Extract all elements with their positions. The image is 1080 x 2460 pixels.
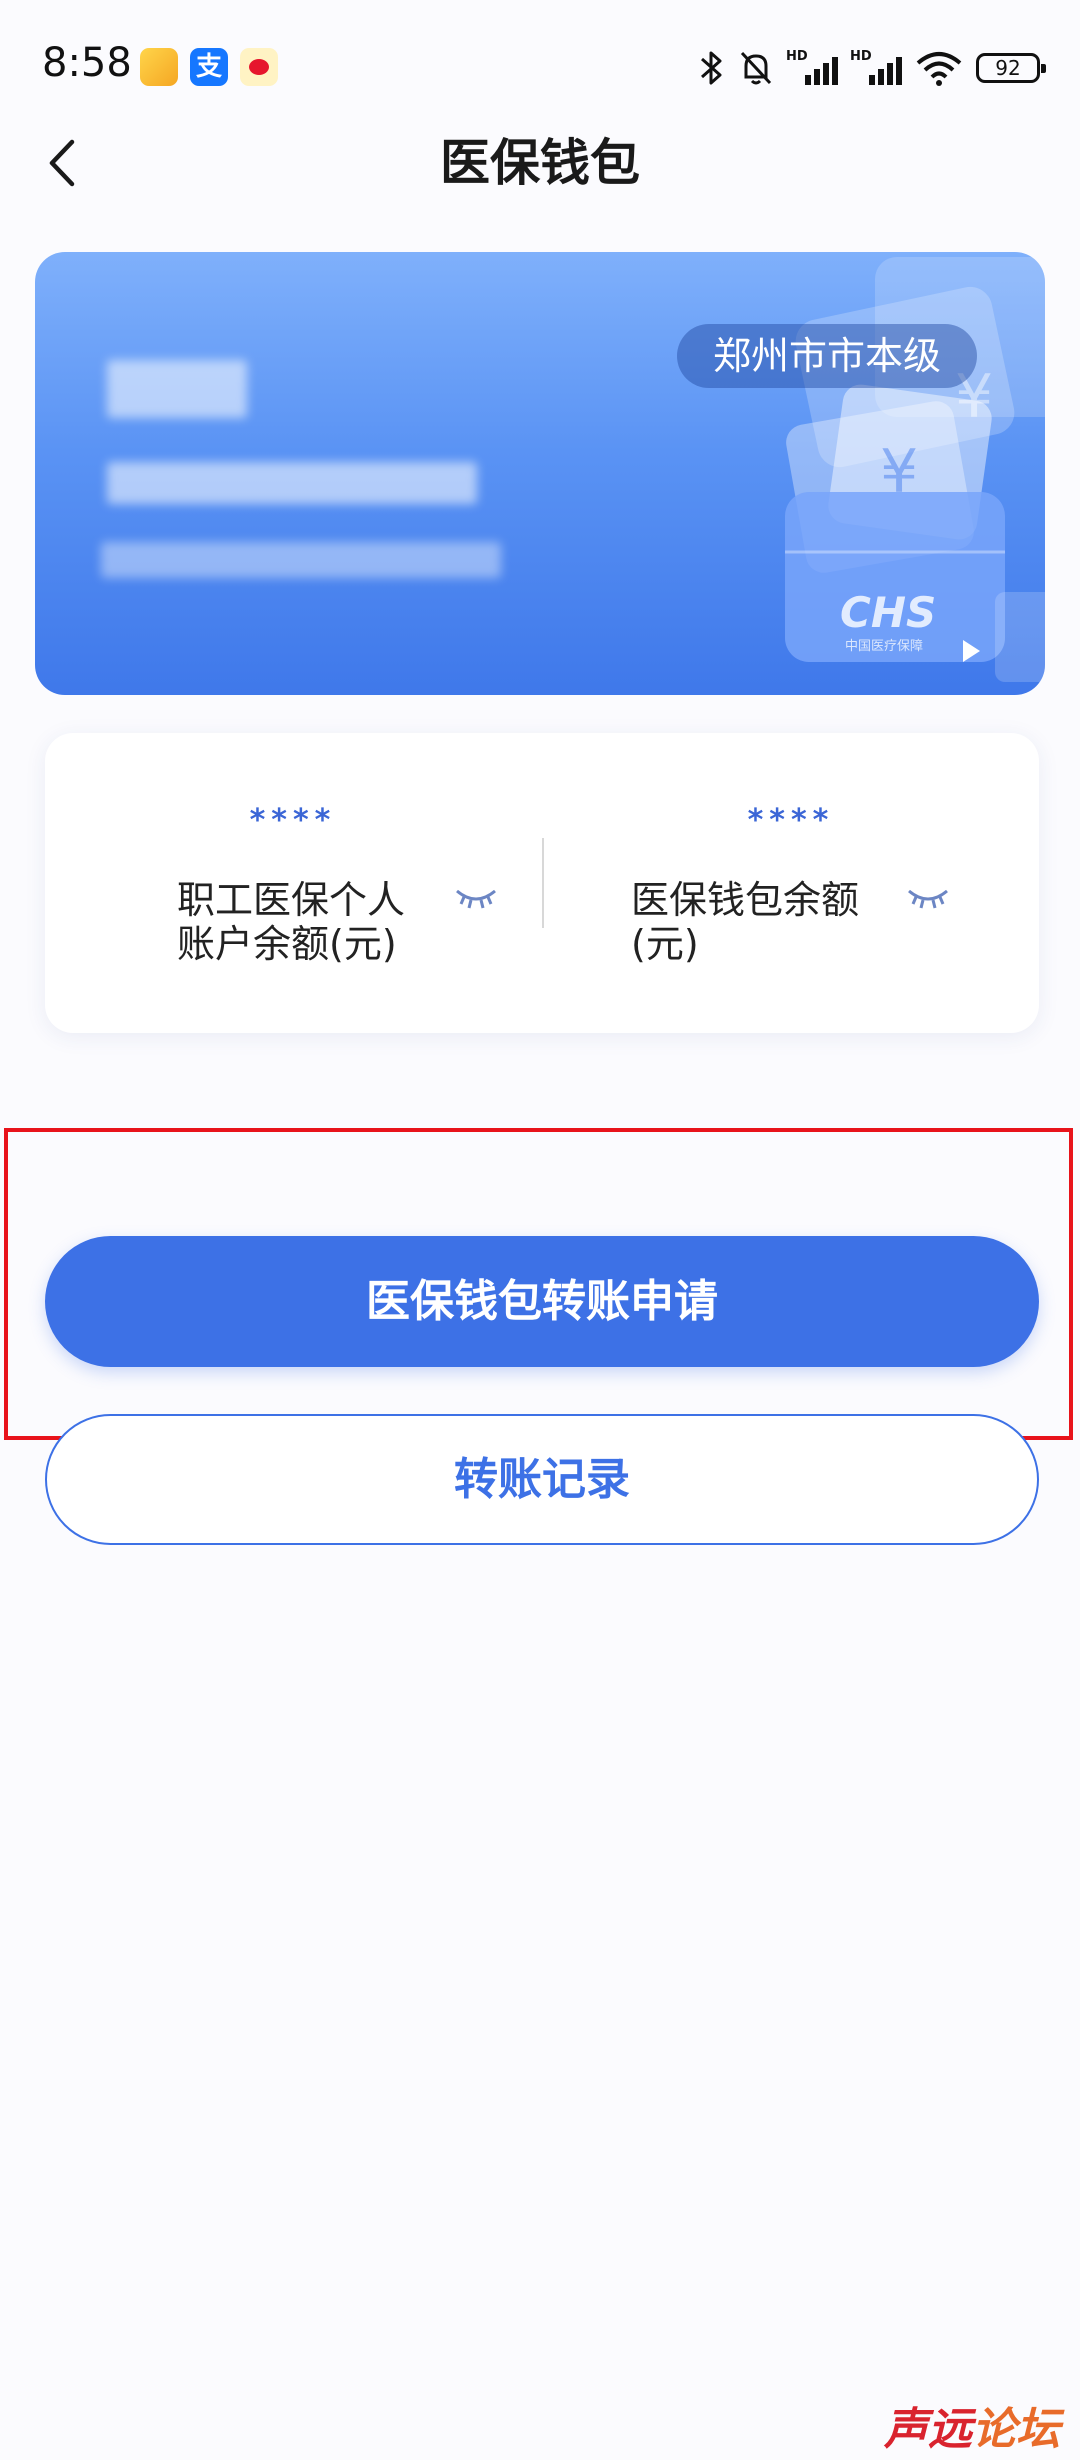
- personal-account-balance: **** 职工医保个人账户余额(元): [45, 733, 541, 1033]
- blurred-id-number: [107, 462, 477, 504]
- balance-label: 职工医保个人账户余额(元): [177, 878, 406, 966]
- wallet-balance: **** 医保钱包余额(元): [543, 733, 1039, 1033]
- transfer-records-button[interactable]: 转账记录: [45, 1414, 1039, 1545]
- balance-label: 医保钱包余额(元): [631, 878, 860, 966]
- status-time: 8:58: [42, 40, 132, 86]
- notes-app-icon: [140, 48, 178, 86]
- forum-watermark: 声远论坛: [884, 2404, 1060, 2455]
- transfer-apply-button[interactable]: 医保钱包转账申请: [45, 1236, 1039, 1367]
- status-bar: 8:58 支 HD HD 92: [0, 0, 1080, 135]
- wifi-icon: [916, 52, 962, 86]
- eye-closed-icon[interactable]: [453, 883, 499, 913]
- insurance-card[interactable]: ¥ ¥ CHS 中国医疗保障 郑州市市本级: [35, 252, 1045, 695]
- chs-logo-subtext: 中国医疗保障: [845, 639, 923, 654]
- masked-balance-value: ****: [249, 803, 337, 838]
- weibo-app-icon: [240, 48, 278, 86]
- region-badge: 郑州市市本级: [677, 324, 977, 388]
- chs-logo-text: CHS: [840, 588, 936, 637]
- battery-indicator: 92: [976, 53, 1046, 83]
- wallet-illustration: ¥ ¥ CHS 中国医疗保障: [785, 257, 1045, 682]
- system-icons: HD HD 92: [696, 46, 1046, 90]
- blurred-holder-name: [107, 360, 247, 418]
- mute-bell-icon: [740, 51, 772, 85]
- play-icon[interactable]: [960, 638, 982, 664]
- signal-icon-sim1: HD: [786, 49, 838, 87]
- page-title: 医保钱包: [440, 134, 640, 192]
- bluetooth-icon: [701, 51, 722, 85]
- balance-panel: **** 职工医保个人账户余额(元) **** 医保钱包余额(元): [45, 733, 1039, 1033]
- blurred-card-number: [101, 542, 501, 578]
- alipay-app-icon: 支: [190, 48, 228, 86]
- eye-closed-icon[interactable]: [905, 883, 951, 913]
- masked-balance-value: ****: [747, 803, 835, 838]
- signal-icon-sim2: HD: [850, 49, 902, 87]
